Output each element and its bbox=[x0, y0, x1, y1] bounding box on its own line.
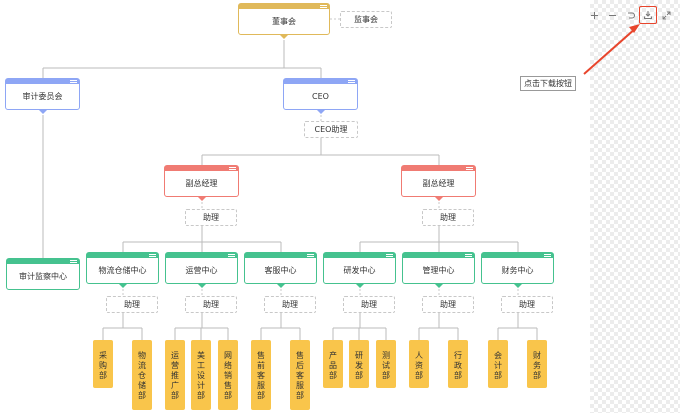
department-node[interactable]: 物流仓储部 bbox=[132, 340, 152, 410]
expand-triangle-icon[interactable] bbox=[118, 284, 127, 288]
center-label: 管理中心 bbox=[422, 266, 455, 275]
department-node[interactable]: 财务部 bbox=[527, 340, 547, 388]
center-assistant-label: 助理 bbox=[203, 300, 219, 309]
menu-icon[interactable] bbox=[348, 77, 355, 83]
department-node[interactable]: 研发部 bbox=[349, 340, 369, 388]
vp-assistant-node[interactable]: 助理 bbox=[422, 209, 474, 226]
ceo-assistant-label: CEO助理 bbox=[314, 125, 348, 134]
center-assistant-label: 助理 bbox=[361, 300, 377, 309]
expand-triangle-icon[interactable] bbox=[276, 284, 285, 288]
pointer-arrow bbox=[583, 27, 637, 75]
download-button[interactable] bbox=[639, 6, 657, 24]
center-assistant-node[interactable]: 助理 bbox=[501, 296, 553, 313]
center-assistant-node[interactable]: 助理 bbox=[106, 296, 158, 313]
vice-president-label: 副总经理 bbox=[185, 179, 218, 188]
department-node[interactable]: 售前客服部 bbox=[251, 340, 271, 410]
center-node[interactable]: 客服中心 bbox=[244, 251, 317, 288]
department-node[interactable]: 网络销售部 bbox=[218, 340, 238, 410]
menu-icon[interactable] bbox=[320, 2, 327, 8]
ceo-assistant-node[interactable]: CEO助理 bbox=[304, 121, 358, 138]
department-node[interactable]: 测试部 bbox=[376, 340, 396, 388]
center-label: 研发中心 bbox=[343, 266, 376, 275]
plus-icon bbox=[590, 11, 598, 19]
fullscreen-icon bbox=[662, 11, 670, 19]
audit-center-label: 审计监察中心 bbox=[19, 272, 67, 281]
board-node[interactable]: 董事会 bbox=[238, 2, 330, 39]
center-label: 财务中心 bbox=[501, 266, 534, 275]
menu-icon[interactable] bbox=[307, 251, 314, 257]
audit-committee-node[interactable]: 审计委员会 bbox=[5, 77, 80, 114]
vice-president-label: 副总经理 bbox=[422, 179, 455, 188]
expand-triangle-icon[interactable] bbox=[316, 110, 325, 114]
center-label: 物流仓储中心 bbox=[98, 266, 147, 275]
diagram-toolbar bbox=[585, 6, 675, 24]
center-assistant-label: 助理 bbox=[440, 300, 456, 309]
expand-triangle-icon[interactable] bbox=[280, 35, 288, 39]
department-node[interactable]: 运营推广部 bbox=[165, 340, 185, 410]
menu-icon[interactable] bbox=[544, 251, 551, 257]
undo-icon bbox=[627, 12, 635, 18]
center-assistant-label: 助理 bbox=[282, 300, 298, 309]
download-hint-label: 点击下载按钮 bbox=[520, 76, 576, 91]
menu-icon[interactable] bbox=[386, 251, 393, 257]
department-node[interactable]: 产品部 bbox=[323, 340, 343, 388]
expand-triangle-icon[interactable] bbox=[513, 284, 522, 288]
audit-committee-label: 审计委员会 bbox=[22, 92, 63, 101]
menu-icon[interactable] bbox=[465, 251, 472, 257]
vice-president-node[interactable]: 副总经理 bbox=[164, 164, 239, 201]
supervisory-board-label: 监事会 bbox=[354, 15, 378, 24]
menu-icon[interactable] bbox=[466, 164, 473, 170]
reset-button[interactable] bbox=[621, 6, 639, 24]
download-icon bbox=[644, 11, 652, 19]
menu-icon[interactable] bbox=[70, 77, 77, 83]
department-node[interactable]: 行政部 bbox=[448, 340, 468, 388]
menu-icon[interactable] bbox=[70, 257, 77, 263]
department-node[interactable]: 售后客服部 bbox=[290, 340, 310, 410]
center-node[interactable]: 管理中心 bbox=[402, 251, 475, 288]
center-node[interactable]: 物流仓储中心 bbox=[86, 251, 159, 288]
board-label: 董事会 bbox=[272, 17, 296, 26]
vp-assistant-label: 助理 bbox=[440, 213, 456, 222]
expand-triangle-icon[interactable] bbox=[197, 284, 206, 288]
fullscreen-button[interactable] bbox=[657, 6, 675, 24]
menu-icon[interactable] bbox=[149, 251, 156, 257]
center-node[interactable]: 研发中心 bbox=[323, 251, 396, 288]
expand-triangle-icon[interactable] bbox=[434, 284, 443, 288]
center-assistant-label: 助理 bbox=[519, 300, 535, 309]
ceo-node[interactable]: CEO bbox=[283, 77, 358, 114]
zoom-out-button[interactable] bbox=[603, 6, 621, 24]
expand-triangle-icon[interactable] bbox=[38, 110, 47, 114]
expand-triangle-icon[interactable] bbox=[355, 284, 364, 288]
expand-triangle-icon[interactable] bbox=[197, 197, 206, 201]
department-node[interactable]: 人资部 bbox=[409, 340, 429, 388]
center-label: 客服中心 bbox=[264, 266, 297, 275]
vp-assistant-label: 助理 bbox=[203, 213, 219, 222]
minus-icon bbox=[608, 14, 616, 16]
center-assistant-node[interactable]: 助理 bbox=[185, 296, 237, 313]
center-assistant-node[interactable]: 助理 bbox=[422, 296, 474, 313]
menu-icon[interactable] bbox=[228, 251, 235, 257]
center-assistant-node[interactable]: 助理 bbox=[343, 296, 395, 313]
center-assistant-node[interactable]: 助理 bbox=[264, 296, 316, 313]
menu-icon[interactable] bbox=[229, 164, 236, 170]
vp-assistant-node[interactable]: 助理 bbox=[185, 209, 237, 226]
department-node[interactable]: 会计部 bbox=[488, 340, 508, 388]
center-node[interactable]: 运营中心 bbox=[165, 251, 238, 288]
expand-triangle-icon[interactable] bbox=[434, 197, 443, 201]
center-node[interactable]: 财务中心 bbox=[481, 251, 554, 288]
department-node[interactable]: 美工设计部 bbox=[191, 340, 211, 410]
center-label: 运营中心 bbox=[185, 266, 218, 275]
audit-center-node[interactable]: 审计监察中心 bbox=[6, 257, 80, 290]
center-assistant-label: 助理 bbox=[124, 300, 140, 309]
department-node[interactable]: 采购部 bbox=[93, 340, 113, 388]
zoom-in-button[interactable] bbox=[585, 6, 603, 24]
vice-president-node[interactable]: 副总经理 bbox=[401, 164, 476, 201]
supervisory-board-node[interactable]: 监事会 bbox=[340, 11, 392, 28]
ceo-label: CEO bbox=[312, 92, 329, 101]
